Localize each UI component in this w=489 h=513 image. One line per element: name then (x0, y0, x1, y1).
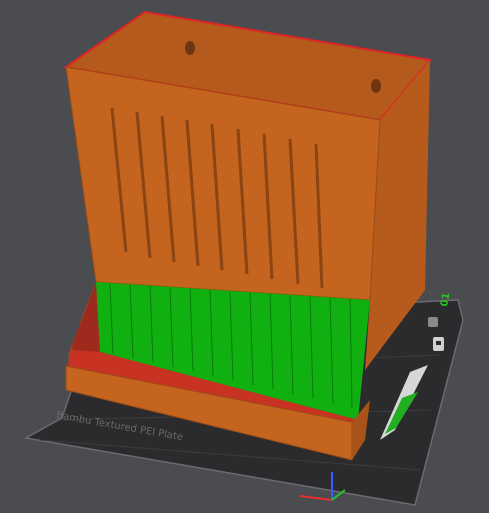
lock-icon[interactable] (428, 317, 438, 327)
plate-settings-icon[interactable] (433, 337, 444, 351)
scene[interactable]: Bambu Textured PEI Plate 01 (0, 0, 489, 513)
3d-viewport[interactable]: Bambu Textured PEI Plate 01 (0, 0, 489, 513)
